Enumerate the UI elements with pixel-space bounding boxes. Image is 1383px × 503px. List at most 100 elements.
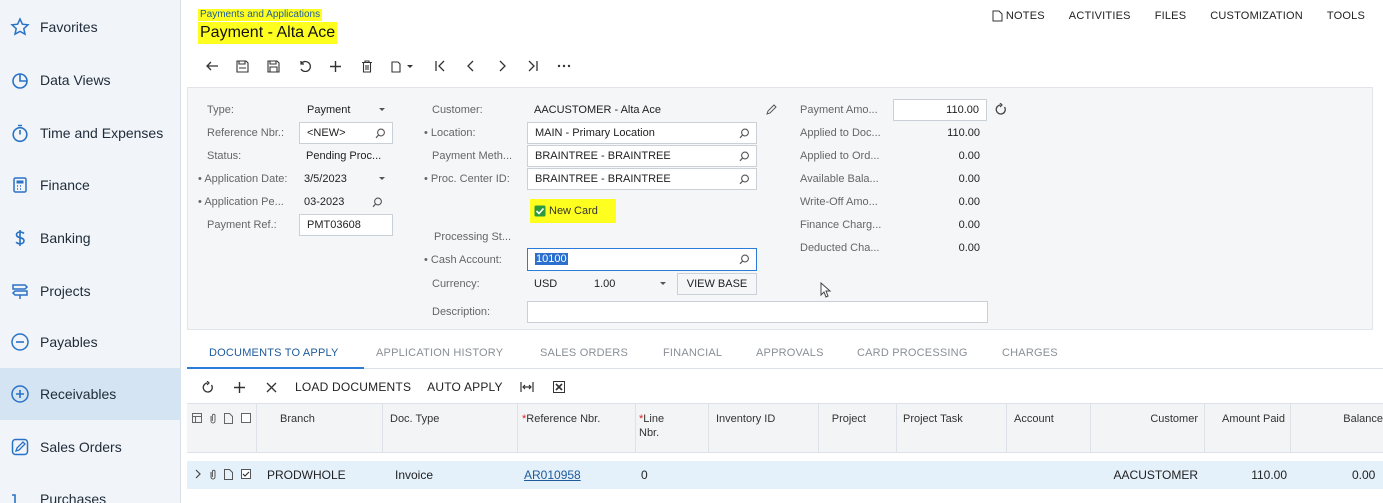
refnbr-field[interactable]: <NEW> (299, 122, 393, 144)
previous-record-button[interactable] (455, 51, 486, 81)
files-link[interactable]: FILES (1155, 10, 1187, 22)
cell-balance[interactable]: 0.00 (1352, 468, 1375, 482)
cell-amount-paid[interactable]: 110.00 (1207, 468, 1287, 482)
sidebar-item-label: Receivables (40, 386, 117, 402)
column-header-balance[interactable]: Balance (1299, 412, 1383, 426)
back-button[interactable] (196, 51, 227, 81)
note-icon[interactable] (224, 469, 233, 480)
tab-card-processing[interactable]: CARD PROCESSING (857, 347, 968, 359)
add-button[interactable] (320, 51, 351, 81)
activities-link[interactable]: ACTIVITIES (1069, 10, 1131, 22)
rate-field[interactable]: 1.00 (586, 273, 674, 295)
tab-approvals[interactable]: APPROVALS (756, 347, 824, 359)
column-header-branch[interactable]: Branch (280, 412, 315, 426)
sidebar-item-projects[interactable]: Projects (0, 265, 181, 317)
type-label: Type: (207, 104, 234, 116)
view-base-button[interactable]: VIEW BASE (677, 273, 757, 295)
select-all-checkbox[interactable] (241, 413, 251, 423)
column-header-project[interactable]: Project (822, 412, 866, 426)
load-documents-button[interactable]: LOAD DOCUMENTS (295, 375, 411, 399)
row-expand-icon[interactable] (195, 469, 202, 479)
cell-branch[interactable]: PRODWHOLE (267, 468, 346, 482)
grid-add-row-button[interactable] (231, 375, 247, 399)
sidebar-item-sales-orders[interactable]: Sales Orders (0, 421, 181, 473)
column-header-project-task[interactable]: Project Task (903, 412, 963, 426)
last-record-button[interactable] (517, 51, 548, 81)
export-excel-button[interactable] (551, 375, 567, 399)
payment-method-field[interactable]: BRAINTREE - BRAINTREE (527, 145, 757, 167)
sidebar-item-data-views[interactable]: Data Views (0, 54, 181, 106)
next-record-button[interactable] (486, 51, 517, 81)
notes-link[interactable]: NOTES (992, 10, 1045, 22)
search-icon (739, 254, 750, 265)
grid-delete-row-button[interactable] (263, 375, 279, 399)
table-row[interactable]: PRODWHOLE Invoice AR010958 0 AACUSTOMER … (187, 461, 1383, 489)
cell-doc-type[interactable]: Invoice (395, 468, 433, 482)
breadcrumb[interactable]: Payments and Applications (198, 9, 323, 21)
tools-link[interactable]: TOOLS (1327, 10, 1365, 22)
grid-refresh-button[interactable] (199, 375, 215, 399)
column-header-account[interactable]: Account (1014, 412, 1054, 426)
customer-value[interactable]: AACUSTOMER - Alta Ace (534, 100, 744, 120)
payment-method-label: Payment Meth... (432, 150, 513, 162)
tab-application-history[interactable]: APPLICATION HISTORY (376, 347, 503, 359)
sidebar-item-finance[interactable]: Finance (0, 159, 181, 211)
auto-apply-button[interactable]: AUTO APPLY (427, 375, 503, 399)
payment-amount-field[interactable]: 110.00 (893, 99, 987, 121)
new-card-checkbox[interactable]: New Card (530, 199, 616, 223)
location-field[interactable]: MAIN - Primary Location (527, 122, 757, 144)
customer-label: Customer: (432, 104, 483, 116)
proc-center-field[interactable]: BRAINTREE - BRAINTREE (527, 168, 757, 190)
payment-ref-field[interactable]: PMT03608 (299, 214, 393, 236)
sidebar-item-banking[interactable]: Banking (0, 212, 181, 264)
more-button[interactable] (548, 51, 579, 81)
undo-button[interactable] (289, 51, 320, 81)
tab-charges[interactable]: CHARGES (1002, 347, 1058, 359)
write-off-amount-label: Write-Off Amo... (800, 196, 878, 208)
tab-financial[interactable]: FINANCIAL (663, 347, 722, 359)
description-field[interactable] (527, 301, 988, 323)
tab-sales-orders[interactable]: SALES ORDERS (540, 347, 628, 359)
currency-value[interactable]: USD (534, 274, 564, 294)
tab-documents-to-apply[interactable]: DOCUMENTS TO APPLY (209, 347, 339, 359)
column-header-inventory-id[interactable]: Inventory ID (716, 412, 775, 426)
cash-account-field[interactable]: 10100 (527, 248, 757, 271)
column-header-amount-paid[interactable]: Amount Paid (1207, 412, 1285, 426)
more-icon (557, 64, 570, 68)
sidebar-item-receivables[interactable]: Receivables (0, 368, 181, 420)
column-header-doc-type[interactable]: Doc. Type (390, 412, 439, 426)
column-header-customer[interactable]: Customer (1092, 412, 1198, 426)
pie-chart-icon (9, 69, 31, 91)
sidebar-item-payables[interactable]: Payables (0, 316, 181, 368)
fit-columns-button[interactable] (519, 375, 535, 399)
refresh-icon[interactable] (994, 103, 1007, 116)
refresh-icon (202, 380, 213, 393)
first-record-button[interactable] (424, 51, 455, 81)
application-date-field[interactable]: 3/5/2023 (299, 168, 393, 190)
edit-pencil-icon[interactable] (766, 104, 777, 115)
sidebar-item-purchases[interactable]: Purchases (0, 473, 181, 503)
delete-button[interactable] (351, 51, 382, 81)
application-period-field[interactable]: 03-2023 (299, 191, 393, 213)
attachment-icon[interactable] (209, 469, 217, 480)
copy-paste-button[interactable] (382, 51, 424, 81)
finance-charges-value: 0.00 (958, 219, 980, 231)
search-icon (739, 174, 750, 185)
description-label: Description: (432, 306, 491, 318)
column-settings-icon[interactable] (192, 413, 202, 423)
cell-customer[interactable]: AACUSTOMER (1092, 468, 1198, 482)
save-close-button[interactable] (227, 51, 258, 81)
column-separator (382, 404, 383, 453)
save-button[interactable] (258, 51, 289, 81)
status-label: Status: (207, 150, 242, 162)
column-header-line-nbr[interactable]: *Line Nbr. (639, 412, 669, 440)
column-header-reference-nbr[interactable]: *Reference Nbr. (522, 412, 600, 426)
row-checkbox[interactable] (241, 469, 251, 479)
customization-link[interactable]: CUSTOMIZATION (1210, 10, 1303, 22)
cell-line-nbr[interactable]: 0 (641, 468, 648, 482)
applied-to-documents-label: Applied to Doc... (800, 127, 881, 139)
cell-reference-nbr-link[interactable]: AR010958 (524, 468, 581, 482)
sidebar-item-time-expenses[interactable]: Time and Expenses (0, 107, 181, 159)
type-select[interactable]: Payment (299, 99, 393, 121)
sidebar-item-favorites[interactable]: Favorites (0, 1, 181, 53)
